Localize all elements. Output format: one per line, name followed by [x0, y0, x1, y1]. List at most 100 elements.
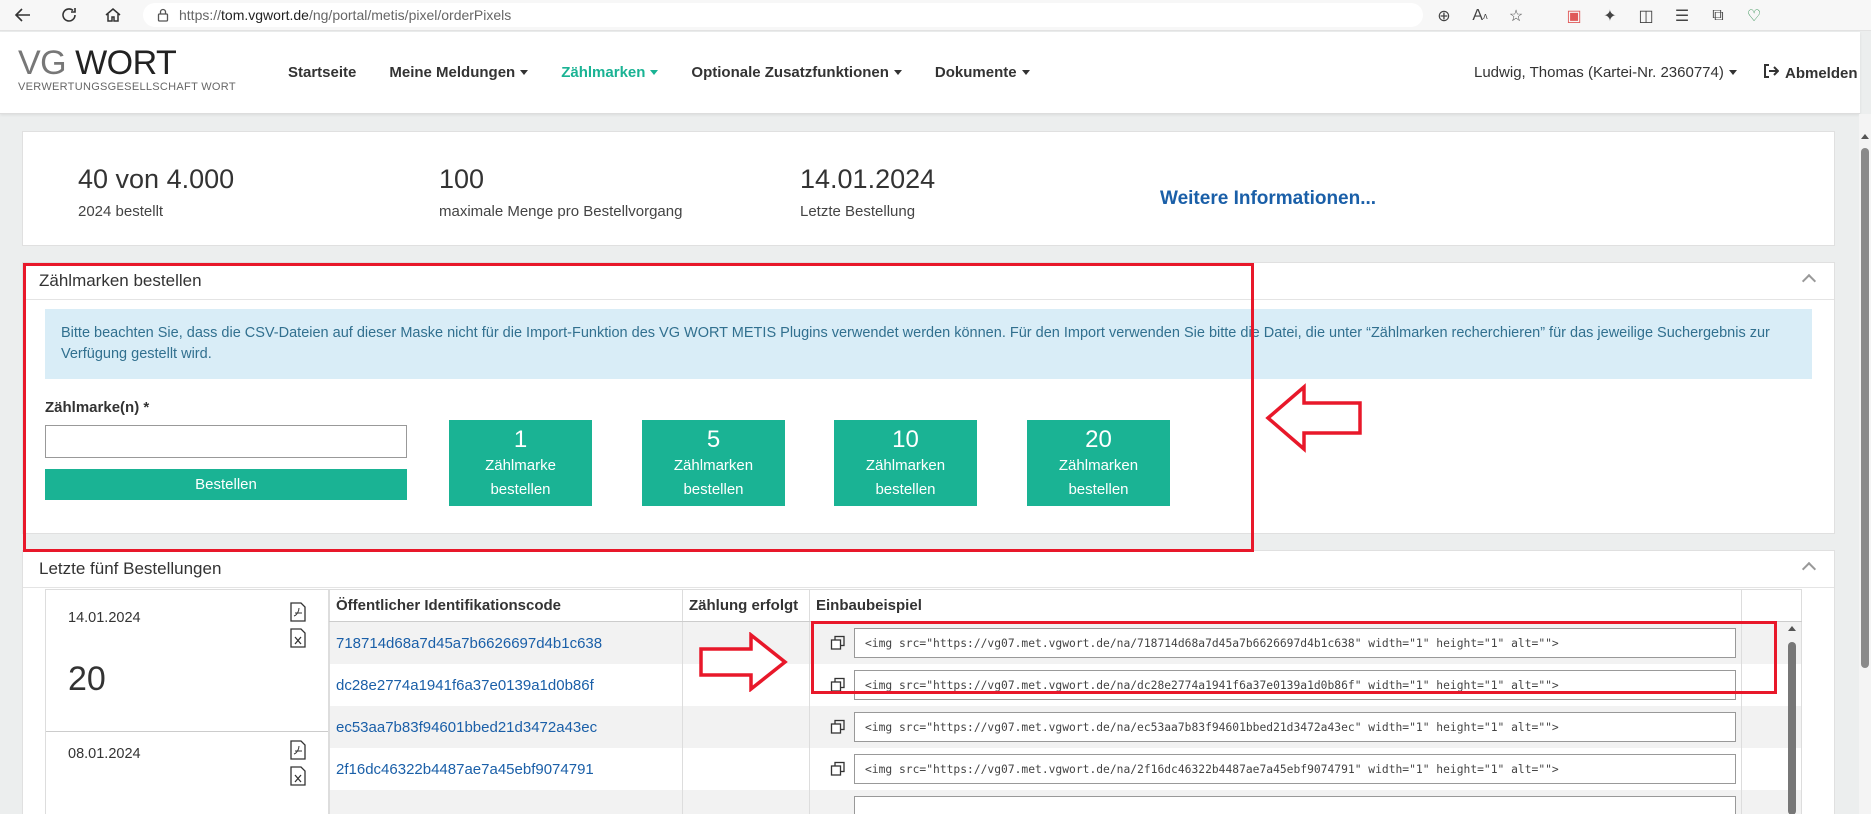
stat-max-label: maximale Menge pro Bestellvorgang: [439, 203, 683, 220]
annotation-box-order: [23, 263, 1254, 552]
order-date: 14.01.2024: [68, 610, 141, 626]
scroll-up-arrow-icon[interactable]: [1788, 626, 1796, 631]
order-count: 20: [68, 660, 106, 698]
favorite-star-icon[interactable]: ☆: [1502, 3, 1530, 29]
order-entry[interactable]: 08.01.2024: [46, 732, 328, 814]
counted-cell: [682, 748, 809, 790]
logo-subtitle: VERWERTUNGSGESELLSCHAFT WORT: [18, 81, 236, 93]
home-icon[interactable]: [98, 0, 128, 30]
extension-red-icon[interactable]: ▣: [1560, 3, 1588, 29]
caret-down-icon: [1021, 70, 1030, 75]
scrollbar-thumb[interactable]: [1788, 642, 1796, 814]
scroll-up-arrow-icon[interactable]: [1861, 134, 1869, 139]
last-orders-title: Letzte fünf Bestellungen: [39, 559, 222, 578]
code-link[interactable]: 718714d68a7d45a7b6626697d4b1c638: [336, 635, 602, 652]
collapse-chevron-icon[interactable]: [1801, 561, 1817, 577]
nav-startseite[interactable]: Startseite: [288, 64, 356, 81]
user-menu[interactable]: Ludwig, Thomas (Kartei-Nr. 2360774): [1474, 64, 1737, 81]
split-screen-icon[interactable]: ◫: [1632, 3, 1660, 29]
column-header-example: Einbaubeispiel: [809, 590, 1741, 621]
back-icon[interactable]: [8, 0, 38, 30]
browser-essentials-icon[interactable]: ♡: [1740, 3, 1768, 29]
zoom-icon[interactable]: ⊕: [1430, 3, 1458, 29]
copy-icon[interactable]: [830, 761, 846, 777]
logo-wort: WORT: [75, 44, 177, 82]
url-prefix: https://: [179, 7, 222, 23]
browser-extensions: ▣ ✦ ◫ ☰ ⧉ ♡: [1560, 3, 1768, 29]
browser-toolbar: https://tom.vgwort.de/ng/portal/metis/pi…: [0, 0, 1871, 31]
excel-download-icon[interactable]: [289, 766, 307, 786]
pdf-download-icon[interactable]: [289, 740, 307, 760]
pdf-download-icon[interactable]: [289, 602, 307, 622]
collapse-chevron-icon[interactable]: [1801, 273, 1817, 289]
annotation-arrow-right-icon: [699, 632, 788, 692]
nav-meine-meldungen[interactable]: Meine Meldungen: [389, 64, 529, 81]
nav-label: Zählmarken: [561, 64, 646, 81]
nav-label: Meine Meldungen: [389, 64, 516, 81]
extensions-icon[interactable]: ✦: [1596, 3, 1624, 29]
snippet-field[interactable]: [854, 796, 1736, 814]
copy-icon[interactable]: [830, 719, 846, 735]
nav-label: Optionale Zusatzfunktionen: [691, 64, 889, 81]
read-aloud-icon[interactable]: Aʌ: [1466, 3, 1494, 29]
main-navigation: Startseite Meine Meldungen Zählmarken Op…: [288, 64, 1063, 81]
order-entry[interactable]: 14.01.2024 20: [46, 590, 328, 732]
url-path: /ng/portal/metis/pixel/orderPixels: [308, 7, 512, 23]
url-host: tom.vgwort.de: [221, 7, 309, 23]
more-info-link[interactable]: Weitere Informationen...: [1160, 188, 1376, 210]
last-orders-header: Letzte fünf Bestellungen: [23, 551, 1834, 588]
address-bar-tools: ⊕ Aʌ ☆: [1430, 3, 1530, 29]
logout-link[interactable]: Abmelden: [1764, 64, 1858, 82]
caret-down-icon: [1728, 70, 1737, 75]
code-link[interactable]: ec53aa7b83f94601bbed21d3472a43ec: [336, 719, 597, 736]
stats-panel: 40 von 4.000 2024 bestellt 100 maximale …: [22, 131, 1835, 246]
reload-icon[interactable]: [54, 0, 84, 30]
logout-icon: [1764, 64, 1780, 82]
collections-icon[interactable]: ⧉: [1704, 3, 1732, 29]
nav-zaehlmarken[interactable]: Zählmarken: [561, 64, 659, 81]
order-date: 08.01.2024: [68, 746, 141, 762]
nav-optionale-zusatzfunktionen[interactable]: Optionale Zusatzfunktionen: [691, 64, 902, 81]
code-cell: [329, 790, 682, 814]
code-link[interactable]: dc28e2774a1941f6a37e0139a1d0b86f: [336, 677, 594, 694]
excel-download-icon[interactable]: [289, 628, 307, 648]
code-cell: dc28e2774a1941f6a37e0139a1d0b86f: [329, 664, 682, 706]
snippet-cell: [809, 790, 1741, 814]
stat-ordered: 40 von 4.000 2024 bestellt: [78, 164, 234, 220]
column-header-code: Öffentlicher Identifikationscode: [329, 590, 682, 621]
stat-max: 100 maximale Menge pro Bestellvorgang: [439, 164, 682, 220]
snippet-field[interactable]: <img src="https://vg07.met.vgwort.de/na/…: [854, 712, 1736, 742]
snippet-field[interactable]: <img src="https://vg07.met.vgwort.de/na/…: [854, 754, 1736, 784]
favorites-icon[interactable]: ☰: [1668, 3, 1696, 29]
snippet-cell: <img src="https://vg07.met.vgwort.de/na/…: [809, 706, 1741, 748]
annotation-arrow-left-icon: [1265, 383, 1362, 453]
counted-cell: [682, 706, 809, 748]
stat-ordered-value: 40 von 4.000: [78, 164, 235, 194]
lock-icon[interactable]: [157, 8, 169, 22]
stat-max-value: 100: [439, 164, 485, 194]
nav-dokumente[interactable]: Dokumente: [935, 64, 1030, 81]
table-header-row: Öffentlicher Identifikationscode Zählung…: [329, 589, 1802, 622]
address-bar[interactable]: https://tom.vgwort.de/ng/portal/metis/pi…: [143, 3, 1423, 27]
annotation-box-snippet: [811, 621, 1777, 694]
scrollbar-thumb[interactable]: [1861, 148, 1869, 668]
stat-last-order: 14.01.2024 Letzte Bestellung: [800, 164, 935, 220]
vg-wort-logo[interactable]: VG WORT VERWERTUNGSGESELLSCHAFT WORT: [18, 44, 236, 93]
order-history-list: 14.01.2024 20 08.01.2024: [45, 589, 329, 814]
caret-down-icon: [893, 70, 902, 75]
user-name: Ludwig, Thomas (Kartei-Nr. 2360774): [1474, 64, 1724, 81]
code-cell: 718714d68a7d45a7b6626697d4b1c638: [329, 622, 682, 664]
page-scrollbar[interactable]: [1859, 114, 1871, 814]
nav-label: Startseite: [288, 64, 357, 81]
stat-last-label: Letzte Bestellung: [800, 203, 916, 220]
table-row: [329, 790, 1802, 814]
logo-vg: VG: [18, 44, 67, 82]
table-scrollbar[interactable]: [1785, 622, 1799, 814]
column-header-empty: [1741, 590, 1802, 621]
nav-label: Dokumente: [934, 64, 1017, 81]
caret-down-icon: [650, 70, 659, 75]
code-link[interactable]: 2f16dc46322b4487ae7a45ebf9074791: [336, 761, 594, 778]
snippet-cell: <img src="https://vg07.met.vgwort.de/na/…: [809, 748, 1741, 790]
column-header-counted: Zählung erfolgt: [682, 590, 809, 621]
table-row: 2f16dc46322b4487ae7a45ebf9074791 <img sr…: [329, 748, 1802, 790]
